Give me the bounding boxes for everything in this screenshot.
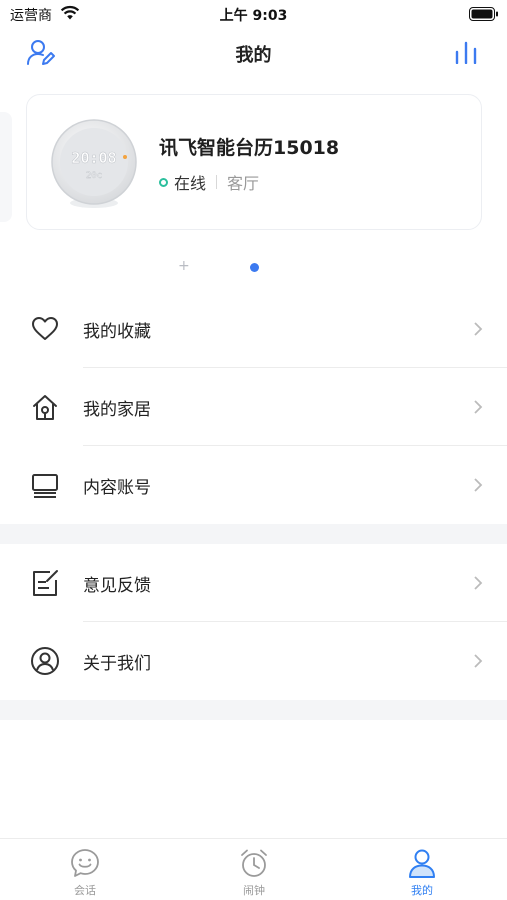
- page-title: 我的: [235, 45, 272, 66]
- nav-bar: 我的: [0, 28, 507, 78]
- monitor-icon: [32, 474, 58, 498]
- chevron-right-icon: [474, 576, 483, 590]
- feedback-edit-icon: [33, 570, 58, 596]
- menu-label-about: 关于我们: [83, 654, 151, 674]
- section-separator: [0, 700, 507, 720]
- menu-label-favorites: 我的收藏: [83, 322, 151, 342]
- menu-label-content-account: 内容账号: [83, 478, 151, 498]
- menu-label-home: 我的家居: [83, 400, 151, 420]
- tab-label-chat: 会话: [74, 884, 96, 897]
- pager-active-dot: [250, 263, 259, 272]
- chevron-right-icon: [474, 478, 483, 492]
- device-screen-time: 20:08: [71, 149, 116, 167]
- tab-alarm[interactable]: 闹钟: [214, 847, 294, 899]
- tab-label-alarm: 闹钟: [243, 884, 265, 897]
- user-circle-icon: [31, 647, 59, 675]
- section-separator: [0, 524, 507, 544]
- device-meta: 在线 客厅: [159, 171, 259, 193]
- heart-icon: [32, 317, 58, 340]
- online-status-text: 在线: [174, 174, 207, 193]
- menu-label-feedback: 意见反馈: [83, 576, 151, 596]
- device-name: 讯飞智能台历15018: [159, 137, 340, 159]
- chevron-right-icon: [474, 400, 483, 414]
- menu-item-favorites[interactable]: 我的收藏: [0, 290, 507, 368]
- status-time: 上午 9:03: [219, 8, 288, 24]
- chat-smile-icon: [71, 849, 99, 877]
- tab-bar: 会话 闹钟 我的: [0, 838, 507, 900]
- pager-add-indicator[interactable]: +: [178, 259, 190, 273]
- home-icon: [33, 395, 57, 420]
- device-screen-temp: 20c: [86, 171, 102, 181]
- meta-separator: [216, 175, 218, 189]
- tab-label-mine: 我的: [411, 884, 433, 897]
- user-icon: [409, 849, 435, 878]
- menu-item-about[interactable]: 关于我们: [0, 622, 507, 700]
- online-status-dot: [159, 177, 168, 187]
- menu-item-content-account[interactable]: 内容账号: [0, 446, 507, 524]
- alarm-clock-icon: [241, 849, 267, 877]
- device-image: 20:08 20c: [51, 119, 137, 208]
- chevron-right-icon: [474, 322, 483, 336]
- device-card[interactable]: 20:08 20c 讯飞智能台历15018 在线 客厅: [26, 94, 482, 230]
- chevron-right-icon: [474, 654, 483, 668]
- tab-mine[interactable]: 我的: [382, 847, 462, 899]
- tab-chat[interactable]: 会话: [45, 847, 125, 899]
- stats-icon[interactable]: [453, 40, 479, 64]
- battery-icon: [469, 7, 498, 21]
- menu-item-home[interactable]: 我的家居: [0, 368, 507, 446]
- status-bar: 运营商 上午 9:03: [0, 0, 507, 28]
- menu-item-feedback[interactable]: 意见反馈: [0, 544, 507, 622]
- previous-card-peek[interactable]: [0, 112, 12, 222]
- device-room: 客厅: [227, 174, 260, 193]
